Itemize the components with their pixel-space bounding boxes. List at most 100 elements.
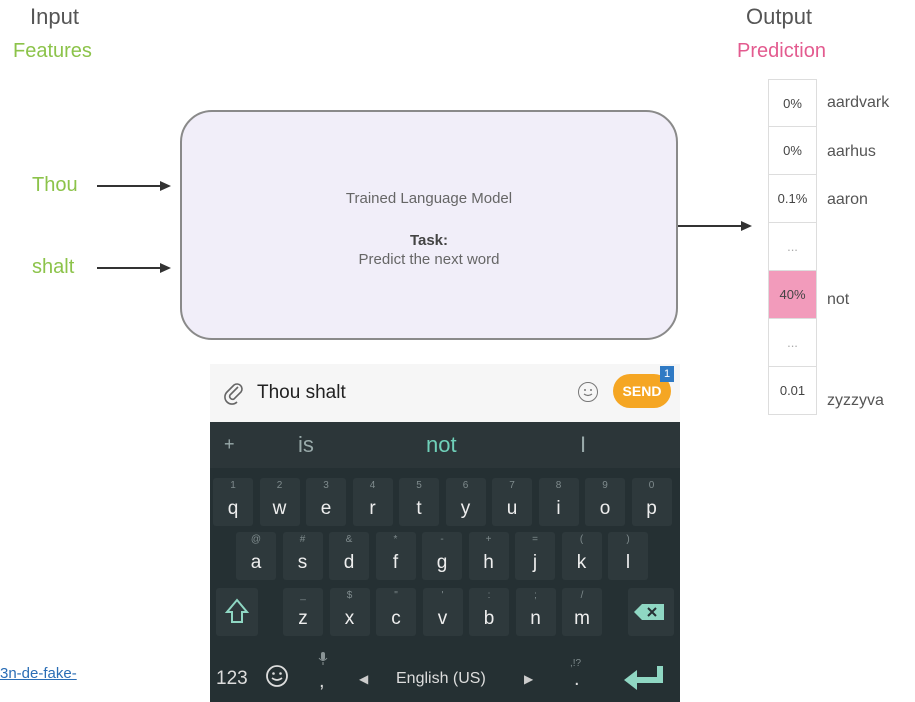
key-label: a — [250, 552, 262, 573]
input-arrow-2-head — [160, 263, 171, 273]
key-hint: 9 — [602, 480, 608, 491]
key-hint: @ — [250, 534, 262, 545]
prediction-word: aaron — [827, 191, 868, 208]
key-label: g — [436, 552, 448, 573]
suggestion-right[interactable]: I — [580, 432, 586, 458]
key-label: z — [298, 608, 308, 629]
message-input[interactable]: Thou shalt — [257, 382, 346, 404]
cursor-left-icon[interactable]: ◀ — [359, 672, 368, 686]
key-b[interactable]: :b — [469, 588, 509, 636]
key-e[interactable]: 3e — [306, 478, 346, 526]
key-u[interactable]: 7u — [492, 478, 532, 526]
key-label: o — [599, 498, 611, 519]
key-f[interactable]: * f — [375, 532, 416, 580]
key-hint: 4 — [369, 480, 376, 491]
keyboard: + is not I 1q2w3e4r5t6y7u8i9o0p @ a # s & d * f… — [210, 422, 680, 702]
input-word-2: shalt — [32, 256, 75, 278]
space-key[interactable]: English (US) — [396, 670, 486, 688]
key-hint: _ — [300, 590, 306, 601]
prediction-table: 0% 0% 0.1% ... 40% ... 0.01 — [768, 79, 817, 415]
key-q[interactable]: 1q — [213, 478, 253, 526]
key-hint: & — [345, 534, 353, 545]
link-text[interactable]: 3n-de-fake- — [0, 665, 77, 682]
numbers-key[interactable]: 123 — [216, 668, 248, 690]
key-r[interactable]: 4r — [352, 478, 393, 526]
key-label: f — [392, 552, 399, 573]
suggestion-left[interactable]: is — [298, 432, 314, 458]
key-hint: ; — [534, 590, 537, 601]
key-m[interactable]: / m — [562, 588, 602, 636]
suggestion-center[interactable]: not — [426, 432, 457, 458]
backspace-icon — [634, 604, 664, 620]
key-n[interactable]: ; n — [515, 588, 556, 636]
key-z[interactable]: _ z — [283, 588, 323, 636]
key-label: q — [227, 498, 239, 519]
key-x[interactable]: $ x — [329, 588, 370, 636]
key-hint: ( — [579, 534, 584, 545]
key-hint: # — [299, 534, 306, 545]
key-a[interactable]: @ a — [236, 532, 276, 580]
phone-keyboard-screenshot: Thou shalt SEND 1 + is not I 1q2w3e4r5t6… — [210, 364, 680, 702]
suggestion-bar: + is not I — [210, 422, 680, 468]
key-g[interactable]: -g — [422, 532, 462, 580]
output-arrow-head — [741, 221, 752, 231]
key-d[interactable]: & d — [329, 532, 369, 580]
key-label: c — [391, 608, 401, 629]
emoji-key[interactable] — [264, 663, 290, 694]
paperclip-icon[interactable] — [222, 381, 246, 405]
comma-key[interactable]: , — [319, 670, 325, 693]
key-s[interactable]: # s — [282, 532, 323, 580]
key-h[interactable]: + h — [468, 532, 509, 580]
key-t[interactable]: 5t — [399, 478, 439, 526]
key-k[interactable]: (k — [561, 532, 602, 580]
input-heading: Input — [30, 4, 79, 29]
input-word-1: Thou — [32, 174, 78, 196]
key-hint: 7 — [509, 480, 515, 491]
send-badge: 1 — [660, 366, 674, 382]
prediction-ellipsis: ... — [768, 319, 817, 367]
backspace-key[interactable] — [628, 588, 674, 636]
key-label: y — [460, 498, 471, 519]
key-hint: 6 — [462, 480, 469, 491]
key-label: w — [272, 498, 287, 519]
output-heading: Output — [746, 4, 813, 29]
emoji-icon[interactable] — [578, 382, 598, 402]
period-key[interactable]: . — [574, 668, 580, 691]
key-label: u — [506, 498, 518, 519]
key-label: p — [646, 498, 657, 519]
suggestion-plus[interactable]: + — [224, 434, 235, 455]
cursor-right-icon[interactable]: ▶ — [524, 672, 533, 686]
key-w[interactable]: 2w — [259, 478, 300, 526]
key-label: h — [483, 552, 494, 573]
prediction-prob-highlighted: 40% — [768, 271, 817, 319]
language-model-box: Trained Language Model Task: Predict the… — [180, 110, 678, 340]
key-l[interactable]: ) l — [608, 532, 648, 580]
key-label: v — [437, 608, 448, 629]
key-hint: 1 — [230, 480, 236, 491]
enter-key[interactable] — [622, 662, 666, 697]
prediction-word: aardvark — [827, 94, 890, 111]
key-label: d — [343, 552, 355, 573]
key-hint: $ — [346, 590, 353, 601]
key-c[interactable]: " c — [376, 588, 416, 636]
key-o[interactable]: 9o — [585, 478, 625, 526]
key-label: l — [625, 552, 631, 573]
prediction-word: aarhus — [827, 143, 876, 160]
prediction-ellipsis: ... — [768, 223, 817, 271]
key-p[interactable]: 0p — [631, 478, 672, 526]
key-hint: 2 — [276, 480, 283, 491]
key-label: r — [369, 498, 376, 519]
prediction-word: zyzzyva — [827, 392, 884, 409]
model-task-label: Task: — [409, 232, 449, 249]
key-label: s — [297, 552, 308, 573]
key-v[interactable]: ' v — [422, 588, 463, 636]
key-j[interactable]: = j — [515, 532, 555, 580]
prediction-prob: 0% — [768, 79, 817, 127]
key-i[interactable]: 8i — [538, 478, 579, 526]
enter-icon — [624, 666, 663, 690]
shift-key[interactable] — [216, 588, 258, 636]
key-y[interactable]: 6y — [445, 478, 486, 526]
shift-icon — [224, 598, 250, 623]
key-label: b — [483, 608, 495, 629]
features-subheading: Features — [13, 40, 92, 62]
